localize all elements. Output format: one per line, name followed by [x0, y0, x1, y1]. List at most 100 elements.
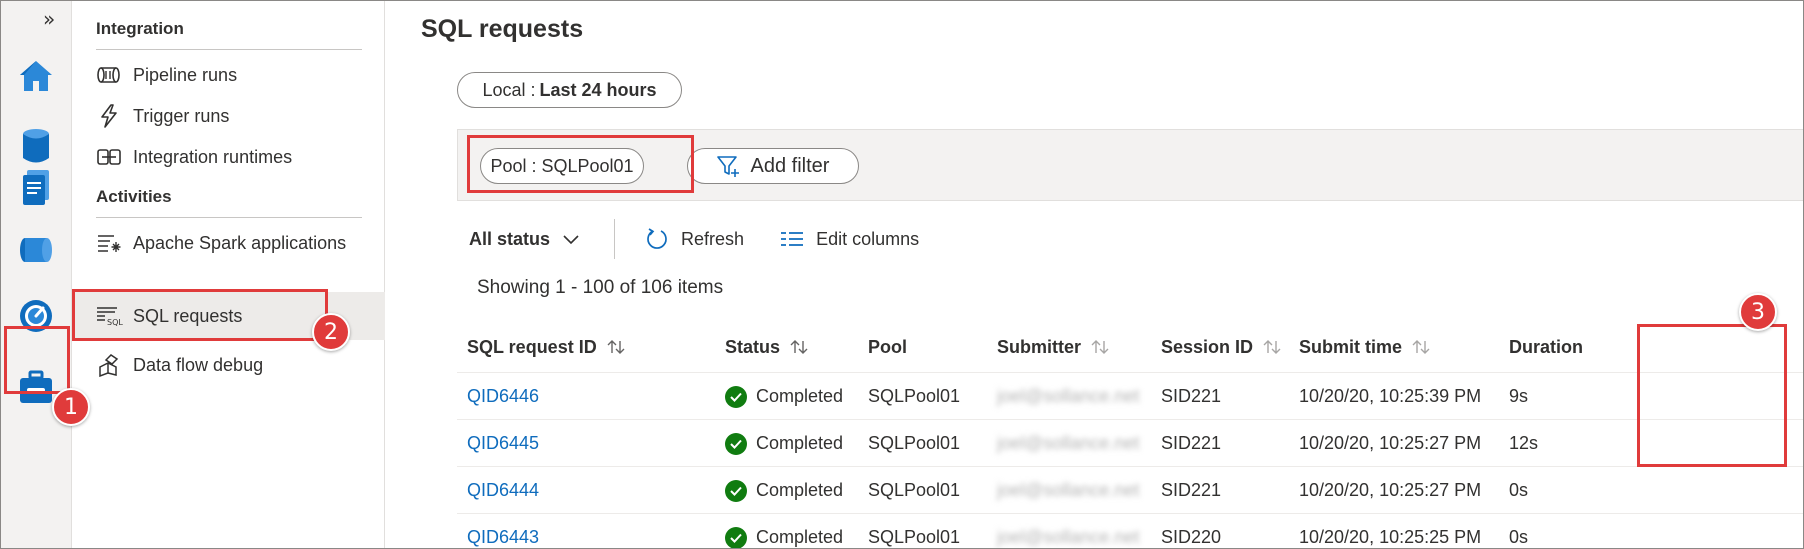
filter-bar: Pool : SQLPool01 Add filter	[457, 129, 1803, 201]
sort-icon	[790, 339, 808, 355]
request-id-link[interactable]: QID6445	[467, 420, 539, 467]
main-content: SQL requests Local : Last 24 hours Pool …	[385, 1, 1803, 548]
callout-badge-3: 3	[1739, 293, 1777, 331]
refresh-button[interactable]: Refresh	[645, 215, 744, 263]
submitter-cell: joel@sollance.net	[997, 480, 1140, 500]
duration-cell: 0s	[1509, 527, 1529, 547]
time-range-value: Last 24 hours	[539, 79, 657, 100]
nav-item-label: SQL requests	[133, 305, 243, 326]
session-id-cell: SID220	[1161, 527, 1222, 547]
pool-cell: SQLPool01	[868, 386, 961, 406]
duration-cell: 12s	[1509, 433, 1539, 453]
status-cell: Completed	[725, 373, 843, 420]
svg-text:SQL: SQL	[107, 318, 123, 327]
table-row[interactable]: QID6446 Completed SQLPool01 joel@sollanc…	[457, 373, 1803, 420]
home-icon[interactable]	[15, 55, 57, 97]
spark-icon	[95, 231, 123, 255]
nav-section-integration: Integration	[96, 19, 184, 38]
develop-icon[interactable]	[15, 167, 57, 209]
sort-icon	[1091, 339, 1109, 355]
sql-requests-table: SQL request ID Status Pool Submitter Ses…	[457, 321, 1803, 548]
integrate-icon[interactable]	[15, 229, 57, 271]
nav-item-label: Pipeline runs	[133, 64, 238, 85]
time-range-prefix: Local :	[482, 79, 536, 100]
session-id-cell: SID221	[1161, 433, 1222, 453]
status-cell: Completed	[725, 514, 843, 548]
sql-icon: SQL	[95, 304, 123, 328]
app-window: » Integration Pipeline runs Trigger runs…	[0, 0, 1804, 549]
nav-item-label: Trigger runs	[133, 105, 230, 126]
nav-divider	[96, 217, 362, 218]
command-separator	[614, 219, 616, 259]
pool-cell: SQLPool01	[868, 527, 961, 547]
manage-icon[interactable]	[15, 367, 57, 409]
items-count: Showing 1 - 100 of 106 items	[477, 277, 724, 298]
table-row[interactable]: QID6443 Completed SQLPool01 joel@sollanc…	[457, 514, 1803, 548]
refresh-label: Refresh	[681, 228, 745, 249]
column-header-pool[interactable]: Pool	[868, 321, 907, 373]
chevron-down-icon	[562, 233, 580, 245]
pool-cell: SQLPool01	[868, 433, 961, 453]
add-filter-button[interactable]: Add filter	[687, 148, 859, 184]
checkmark-icon	[725, 432, 747, 455]
column-header-duration[interactable]: Duration	[1509, 321, 1583, 373]
table-row[interactable]: QID6444 Completed SQLPool01 joel@sollanc…	[457, 467, 1803, 514]
nav-item-label: Apache Spark applications	[133, 232, 347, 253]
nav-section-activities: Activities	[96, 187, 172, 206]
sort-icon	[1263, 339, 1281, 355]
edit-columns-button[interactable]: Edit columns	[780, 215, 919, 263]
expand-icon[interactable]: »	[43, 7, 55, 31]
add-filter-label: Add filter	[750, 154, 830, 177]
table-header: SQL request ID Status Pool Submitter Ses…	[457, 321, 1803, 373]
column-header-request-id[interactable]: SQL request ID	[467, 321, 625, 373]
session-id-cell: SID221	[1161, 386, 1222, 406]
page-title: SQL requests	[421, 15, 584, 43]
status-dropdown[interactable]: All status	[469, 215, 580, 263]
submit-time-cell: 10/20/20, 10:25:25 PM	[1299, 527, 1482, 547]
column-header-submitter[interactable]: Submitter	[997, 321, 1109, 373]
pool-filter-pill[interactable]: Pool : SQLPool01	[480, 148, 644, 184]
dataflow-icon	[95, 353, 123, 377]
monitor-nav-pane: Integration Pipeline runs Trigger runs I…	[73, 1, 385, 548]
callout-badge-1: 1	[52, 388, 90, 426]
pipeline-icon	[95, 63, 123, 87]
column-header-status[interactable]: Status	[725, 321, 808, 373]
submit-time-cell: 10/20/20, 10:25:39 PM	[1299, 386, 1482, 406]
callout-badge-2: 2	[312, 313, 350, 351]
nav-divider	[96, 49, 362, 50]
duration-cell: 9s	[1509, 386, 1529, 406]
column-header-session-id[interactable]: Session ID	[1161, 321, 1281, 373]
column-header-submit-time[interactable]: Submit time	[1299, 321, 1430, 373]
monitor-icon[interactable]	[15, 295, 57, 337]
request-id-link[interactable]: QID6443	[467, 514, 539, 548]
submit-time-cell: 10/20/20, 10:25:27 PM	[1299, 480, 1482, 500]
checkmark-icon	[725, 385, 747, 408]
sort-icon	[607, 339, 625, 355]
command-bar: All status Refresh Edit columns	[469, 215, 955, 263]
table-row[interactable]: QID6445 Completed SQLPool01 joel@sollanc…	[457, 420, 1803, 467]
data-icon[interactable]	[15, 125, 57, 167]
submitter-cell: joel@sollance.net	[997, 433, 1140, 453]
pool-cell: SQLPool01	[868, 480, 961, 500]
refresh-icon	[645, 227, 669, 251]
request-id-link[interactable]: QID6444	[467, 467, 539, 514]
submitter-cell: joel@sollance.net	[997, 386, 1140, 406]
submitter-cell: joel@sollance.net	[997, 527, 1140, 547]
status-dropdown-label: All status	[469, 228, 551, 249]
status-cell: Completed	[725, 420, 843, 467]
status-cell: Completed	[725, 467, 843, 514]
request-id-link[interactable]: QID6446	[467, 373, 539, 420]
nav-item-label: Data flow debug	[133, 354, 264, 375]
edit-columns-label: Edit columns	[816, 228, 920, 249]
nav-item-integration-runtimes[interactable]: Integration runtimes	[73, 133, 385, 181]
checkmark-icon	[725, 526, 747, 548]
nav-item-spark-applications[interactable]: Apache Spark applications	[73, 219, 385, 267]
time-range-filter[interactable]: Local : Last 24 hours	[457, 72, 682, 108]
trigger-icon	[95, 104, 123, 128]
runtime-icon	[95, 145, 123, 169]
icon-rail: »	[1, 1, 72, 548]
session-id-cell: SID221	[1161, 480, 1222, 500]
filter-add-icon	[716, 155, 741, 177]
checkmark-icon	[725, 479, 747, 502]
sort-icon	[1412, 339, 1430, 355]
